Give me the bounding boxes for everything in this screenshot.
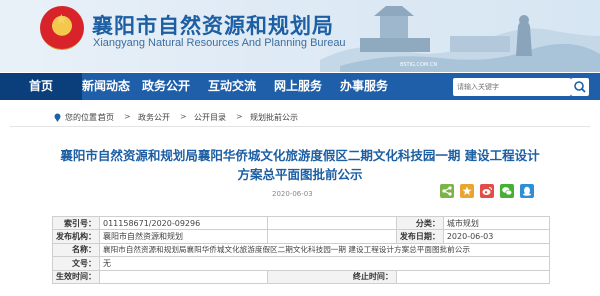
document-meta-table: 索引号： 011158671/2020-09296 分类： 城市规划 发布机构：… (52, 215, 551, 284)
nav-item-interaction[interactable]: 互动交流 (205, 73, 259, 100)
article-title-line2: 方案总平面图批前公示 (237, 167, 363, 182)
publish-date-label: 发布日期： (395, 229, 444, 244)
breadcrumb-separator: > (236, 112, 243, 121)
category-label: 分类： (395, 215, 444, 231)
share-weibo-button[interactable] (480, 184, 494, 198)
issuer-value: 襄阳市自然资源和规划 (99, 229, 268, 244)
search-icon (574, 81, 586, 93)
index-label: 索引号： (52, 215, 100, 231)
breadcrumb-item-home[interactable]: 首页 (98, 112, 114, 123)
search-box (453, 78, 571, 96)
breadcrumb-divider (10, 126, 590, 127)
search-button[interactable] (571, 78, 589, 96)
share-wechat-button[interactable] (500, 184, 514, 198)
publish-date: 2020-06-03 (272, 190, 313, 198)
emblem-star-icon: ★ (55, 12, 68, 28)
qq-icon (523, 186, 531, 196)
breadcrumb-separator: > (180, 112, 187, 121)
index-value: 011158671/2020-09296 (99, 215, 268, 231)
breadcrumb-separator: > (124, 112, 131, 121)
share-qzone-button[interactable] (460, 184, 474, 198)
table-row: 生效时间： 终止时间： (52, 269, 551, 284)
name-value: 襄阳市自然资源和规划局襄阳华侨城文化旅游度假区二期文化科技园一期 建设工程设计方… (99, 242, 550, 258)
breadcrumb-item-planning-notice[interactable]: 规划批前公示 (250, 112, 298, 123)
publish-date-value: 2020-06-03 (442, 229, 551, 244)
share-qq-button[interactable] (520, 184, 534, 198)
expire-time-label: 终止时间： (266, 269, 397, 284)
wechat-icon (502, 187, 513, 196)
watermark: BSTIG.COM.CN (400, 62, 438, 68)
nav-item-online-service[interactable]: 网上服务 (271, 73, 325, 100)
effective-time-value (99, 269, 268, 284)
header-landscape-image (320, 6, 600, 72)
name-label: 名称： (52, 242, 100, 258)
site-title: 襄阳市自然资源和规划局 (92, 14, 334, 38)
table-row: 索引号： 011158671/2020-09296 分类： 城市规划 (52, 215, 551, 231)
issuer-label: 发布机构： (52, 229, 100, 244)
expire-time-value (395, 269, 551, 284)
breadcrumb: 您的位置： 首页 > 政务公开 > 公开目录 > 规划批前公示 (0, 107, 600, 127)
breadcrumb-item-catalog[interactable]: 公开目录 (194, 112, 226, 123)
share-icon (442, 186, 452, 196)
table-row: 发布机构： 襄阳市自然资源和规划 发布日期： 2020-06-03 (52, 229, 551, 244)
share-button[interactable] (440, 184, 454, 198)
category-value: 城市规划 (442, 215, 551, 231)
document-number-value: 无 (99, 256, 550, 271)
home-location-icon (54, 113, 61, 122)
nav-item-gov-affairs[interactable]: 政务公开 (139, 73, 193, 100)
search-input[interactable] (457, 79, 549, 95)
site-subtitle: Xiangyang Natural Resources And Planning… (93, 37, 346, 49)
nav-item-home[interactable]: 首页 (0, 73, 82, 100)
article-title-line1: 襄阳市自然资源和规划局襄阳华侨城文化旅游度假区二期文化科技园一期 建设工程设计 (60, 148, 540, 163)
nav-item-news[interactable]: 新闻动态 (82, 73, 130, 100)
effective-time-label: 生效时间： (52, 269, 100, 284)
qzone-icon (462, 186, 472, 195)
table-row: 文号： 无 (52, 256, 550, 271)
breadcrumb-item-gov-affairs[interactable]: 政务公开 (138, 112, 170, 123)
empty-cell (266, 215, 397, 231)
site-header: ★ 襄阳市自然资源和规划局 Xiangyang Natural Resource… (0, 0, 600, 72)
nav-item-handling-service[interactable]: 办事服务 (339, 73, 389, 100)
weibo-icon (482, 187, 492, 195)
document-number-label: 文号： (52, 256, 100, 271)
empty-cell (266, 229, 397, 244)
table-row: 名称： 襄阳市自然资源和规划局襄阳华侨城文化旅游度假区二期文化科技园一期 建设工… (52, 242, 550, 258)
